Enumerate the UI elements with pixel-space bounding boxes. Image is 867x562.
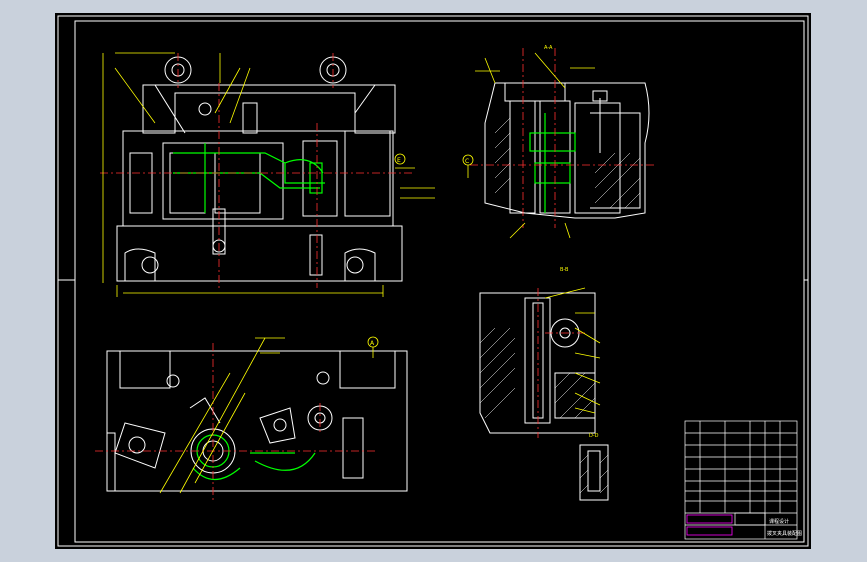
front-view-hidden xyxy=(173,143,325,213)
datum-e-label: E xyxy=(397,157,401,164)
section-a-a-label: A-A xyxy=(544,45,553,51)
front-view-centerlines xyxy=(100,53,415,288)
cad-viewport[interactable]: E A-A C A B-B D-D 课程设计 拨叉夹具装配图 xyxy=(0,0,867,562)
datum-a-label: A xyxy=(370,340,375,347)
section-b-b-centerlines xyxy=(537,288,585,438)
datum-c-label: C xyxy=(465,158,469,165)
section-d-d-label: D-D xyxy=(589,433,599,439)
front-view[interactable] xyxy=(116,56,403,282)
section-a-a-hidden xyxy=(529,113,576,213)
section-d-d-hatch xyxy=(579,454,609,494)
section-b-b-dimensions xyxy=(544,287,601,414)
title-block-drawing-title: 拨叉夹具装配图 xyxy=(767,530,802,537)
title-block-design-label: 课程设计 xyxy=(769,518,789,525)
front-view-dimensions xyxy=(102,52,435,297)
section-b-b-label: B-B xyxy=(560,267,569,273)
section-b-b[interactable] xyxy=(479,292,596,434)
section-a-a-centerlines xyxy=(470,48,655,228)
drawing-sheet[interactable]: E A-A C A B-B D-D 课程设计 拨叉夹具装配图 xyxy=(55,13,811,549)
drawing-canvas[interactable]: E A-A C A B-B D-D 课程设计 拨叉夹具装配图 xyxy=(55,13,811,549)
section-d-d[interactable] xyxy=(579,444,609,501)
top-view[interactable] xyxy=(106,350,408,492)
top-view-centerlines xyxy=(95,343,375,503)
